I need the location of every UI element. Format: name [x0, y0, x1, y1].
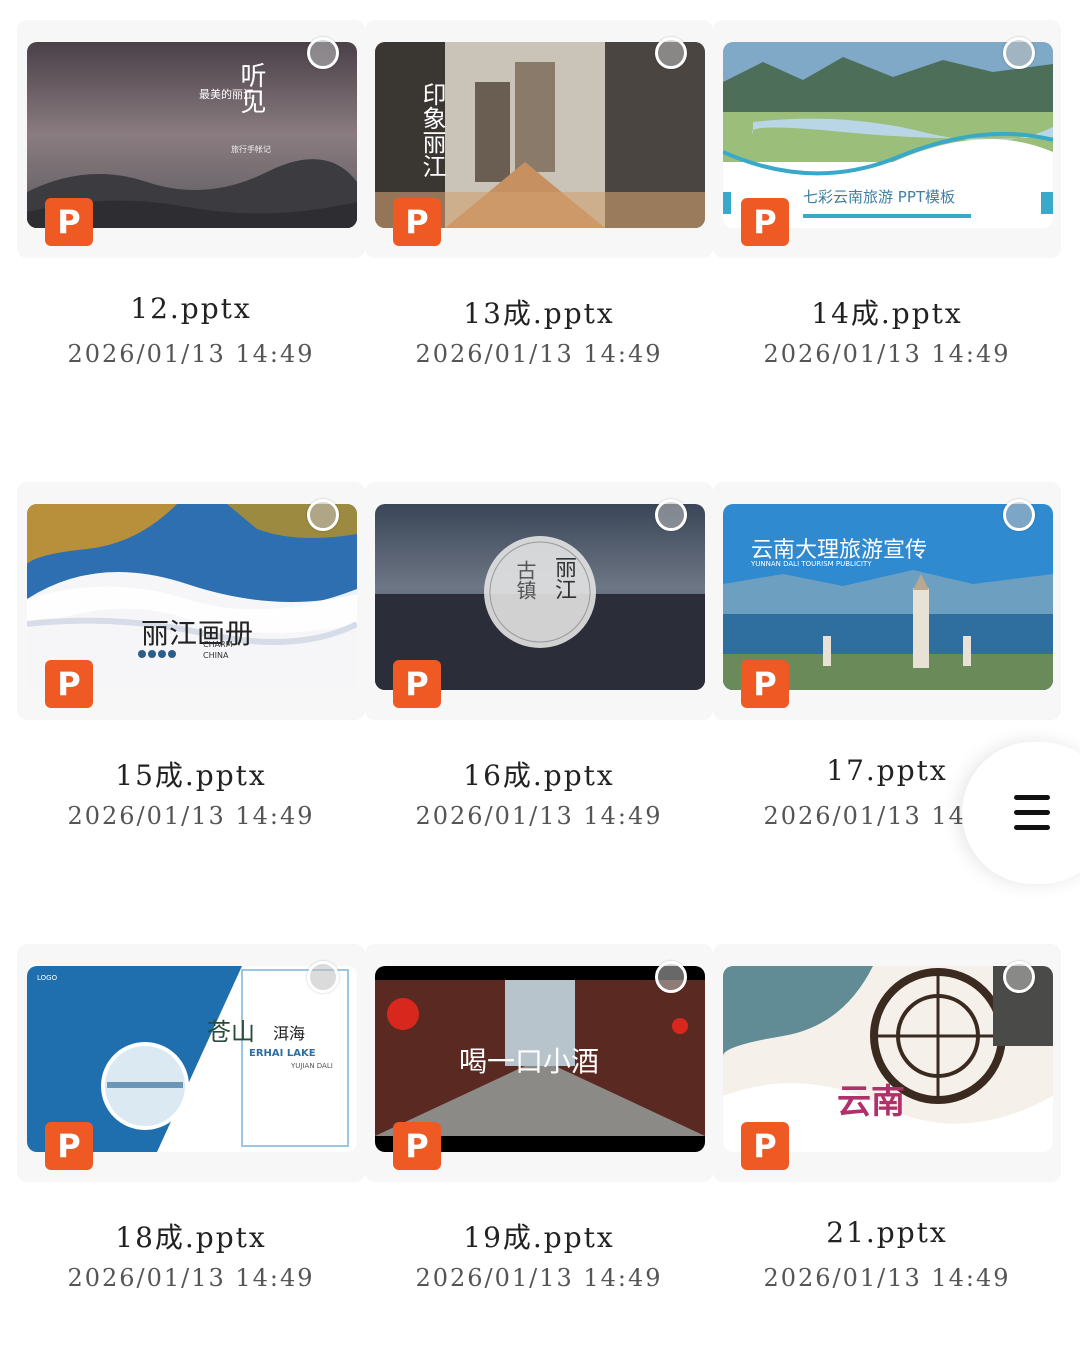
- powerpoint-icon: P: [741, 660, 789, 708]
- thumb-title: 丽江画册: [141, 617, 254, 650]
- file-card[interactable]: LOGO 苍山 洱海 ERHAI LAKE YUJIAN DALI P 18成.…: [17, 924, 365, 1324]
- file-date: 2026/01/13 14:49: [415, 340, 663, 368]
- select-circle-icon[interactable]: [307, 961, 339, 993]
- file-date: 2026/01/13 14:49: [415, 1264, 663, 1292]
- file-grid: 听见 最美的丽江 旅行手帐记 P 12.pptx 2026/01/13 14:4…: [0, 0, 1080, 1352]
- file-date: 2026/01/13 14:49: [67, 802, 315, 830]
- select-circle-icon[interactable]: [1003, 499, 1035, 531]
- thumb-title: 丽江: [551, 556, 576, 600]
- thumb-subtitle: 洱海: [273, 1024, 306, 1043]
- thumb-title: 云南: [837, 1082, 905, 1122]
- thumb-caption: CHINA: [203, 651, 229, 660]
- file-name: 14成.pptx: [811, 297, 963, 330]
- file-card[interactable]: 听见 最美的丽江 旅行手帐记 P 12.pptx 2026/01/13 14:4…: [17, 0, 365, 400]
- thumb-title: 喝一口小酒: [459, 1045, 600, 1078]
- select-circle-icon[interactable]: [1003, 37, 1035, 69]
- thumb-subtitle: 古镇: [513, 560, 537, 600]
- file-name: 21.pptx: [826, 1216, 948, 1249]
- thumbnail-frame: 云南 P: [713, 944, 1061, 1182]
- file-name: 19成.pptx: [463, 1221, 615, 1254]
- thumb-title: 七彩云南旅游 PPT模板: [803, 188, 956, 206]
- file-date: 2026/01/13 14:49: [763, 340, 1011, 368]
- select-circle-icon[interactable]: [307, 499, 339, 531]
- file-name: 15成.pptx: [115, 759, 267, 792]
- thumb-title: 印象丽江: [418, 82, 446, 178]
- file-card[interactable]: 印象丽江 P 13成.pptx 2026/01/13 14:49: [365, 0, 713, 400]
- powerpoint-icon: P: [393, 198, 441, 246]
- file-date: 2026/01/13 14:49: [415, 802, 663, 830]
- thumb-caption: ERHAI LAKE: [249, 1048, 316, 1059]
- thumb-subtitle: 最美的丽江: [199, 88, 254, 101]
- powerpoint-icon: P: [45, 198, 93, 246]
- thumb-caption: 旅行手帐记: [231, 145, 271, 154]
- powerpoint-icon: P: [741, 198, 789, 246]
- file-card[interactable]: 喝一口小酒 P 19成.pptx 2026/01/13 14:49: [365, 924, 713, 1324]
- select-circle-icon[interactable]: [1003, 961, 1035, 993]
- thumbnail-frame: 七彩云南旅游 PPT模板 P: [713, 20, 1061, 258]
- thumbnail-frame: 印象丽江 P: [365, 20, 713, 258]
- select-circle-icon[interactable]: [655, 37, 687, 69]
- file-name: 18成.pptx: [115, 1221, 267, 1254]
- thumb-logo: LOGO: [37, 974, 58, 982]
- file-name: 13成.pptx: [463, 297, 615, 330]
- thumbnail-frame: LOGO 苍山 洱海 ERHAI LAKE YUJIAN DALI P: [17, 944, 365, 1182]
- file-card[interactable]: 丽江画册 CHARM CHINA P 15成.pptx 2026/01/13 1…: [17, 462, 365, 862]
- thumbnail-frame: 喝一口小酒 P: [365, 944, 713, 1182]
- thumb-subtitle: CHARM: [203, 640, 233, 649]
- file-card[interactable]: 云南 P 21.pptx 2026/01/13 14:49: [713, 924, 1061, 1324]
- thumb-subtitle: YUNNAN DALI TOURISM PUBLICITY: [751, 560, 872, 568]
- select-circle-icon[interactable]: [307, 37, 339, 69]
- file-date: 2026/01/13 14:49: [67, 340, 315, 368]
- thumbnail-frame: 丽江画册 CHARM CHINA P: [17, 482, 365, 720]
- powerpoint-icon: P: [741, 1122, 789, 1170]
- select-circle-icon[interactable]: [655, 961, 687, 993]
- powerpoint-icon: P: [45, 660, 93, 708]
- thumbnail-frame: 云南大理旅游宣传 YUNNAN DALI TOURISM PUBLICITY P: [713, 482, 1061, 720]
- select-circle-icon[interactable]: [655, 499, 687, 531]
- thumbnail-frame: 听见 最美的丽江 旅行手帐记 P: [17, 20, 365, 258]
- thumb-caption-small: YUJIAN DALI: [291, 1062, 333, 1070]
- powerpoint-icon: P: [393, 1122, 441, 1170]
- file-date: 2026/01/13 14:49: [67, 1264, 315, 1292]
- powerpoint-icon: P: [393, 660, 441, 708]
- file-card[interactable]: 七彩云南旅游 PPT模板 P 14成.pptx 2026/01/13 14:49: [713, 0, 1061, 400]
- file-name: 12.pptx: [130, 292, 252, 325]
- powerpoint-icon: P: [45, 1122, 93, 1170]
- file-date: 2026/01/13 14:49: [763, 1264, 1011, 1292]
- thumb-title: 苍山: [207, 1018, 255, 1046]
- file-name: 16成.pptx: [463, 759, 615, 792]
- file-card[interactable]: 丽江 古镇 P 16成.pptx 2026/01/13 14:49: [365, 462, 713, 862]
- thumbnail-frame: 丽江 古镇 P: [365, 482, 713, 720]
